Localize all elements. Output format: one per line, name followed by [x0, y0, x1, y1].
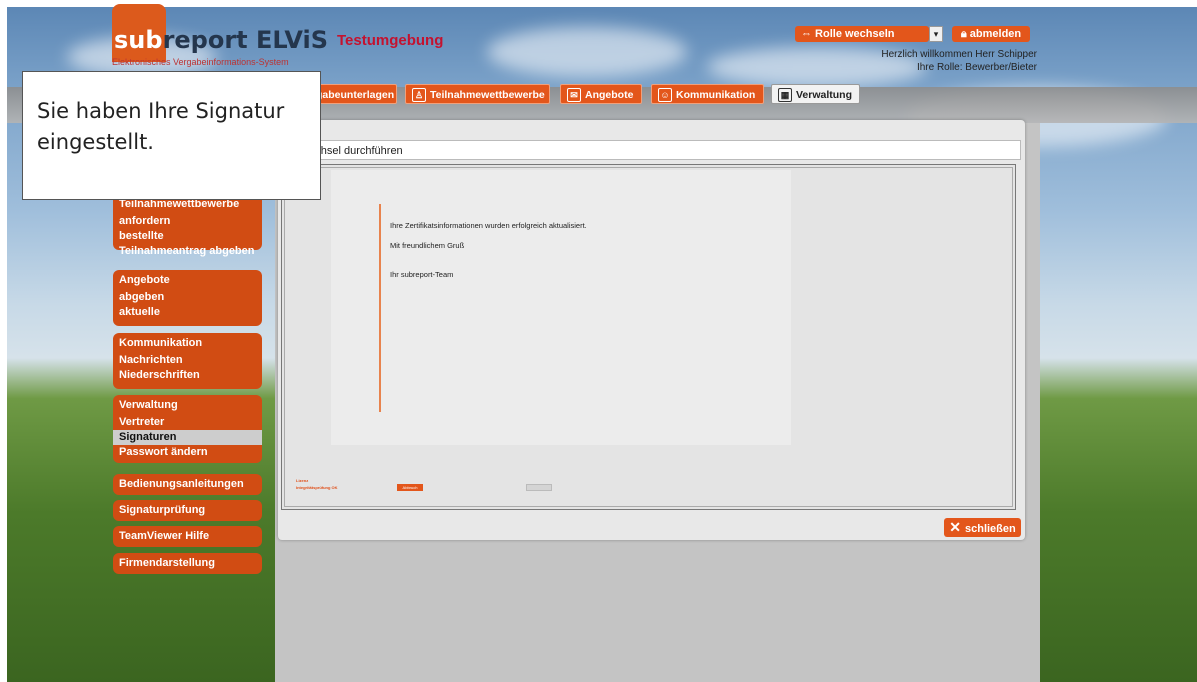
- tab-label: Verwaltung: [796, 89, 853, 101]
- chevron-down-icon[interactable]: ▾: [929, 26, 943, 42]
- close-icon: ✕: [949, 519, 961, 535]
- message-line: Ihr subreport-Team: [390, 270, 454, 279]
- role-switch-select[interactable]: ⇔ Rolle wechseln: [795, 26, 929, 42]
- tab-angebote[interactable]: ✉ Angebote: [560, 84, 642, 104]
- sidebar-group-angebote: Angebote abgeben aktuelle: [113, 270, 262, 326]
- sidebar-group-title[interactable]: Angebote: [113, 270, 262, 290]
- sidebar-item-signaturpruefung[interactable]: Signaturprüfung: [113, 500, 262, 521]
- chat-icon: ☺: [658, 88, 672, 103]
- sidebar-item-aktuelle[interactable]: aktuelle: [113, 305, 262, 320]
- sidebar-item-teilnahmeantrag[interactable]: Teilnahmeantrag abgeben: [113, 244, 262, 259]
- message-line: Mit freundlichem Gruß: [390, 241, 465, 250]
- app-logo[interactable]: subreport ELViS: [114, 26, 328, 54]
- section-header: katswechsel durchführen: [280, 140, 1021, 160]
- message-line: Ihre Zertifikatsinformationen wurden erf…: [390, 221, 587, 230]
- sidebar-group-title[interactable]: Verwaltung: [113, 395, 262, 415]
- tab-label: Teilnahmewettbewerbe: [430, 89, 545, 101]
- logo-subtitle: Elektronisches Vergabeinformations-Syste…: [112, 57, 289, 67]
- close-label: schließen: [964, 523, 1016, 535]
- sidebar-group-verwaltung: Verwaltung Vertreter Signaturen Passwort…: [113, 395, 262, 463]
- sidebar-group-title: Bedienungsanleitungen: [119, 478, 244, 490]
- license-label: Lizenz: [296, 478, 309, 483]
- sidebar-group-title: TeamViewer Hilfe: [119, 530, 210, 542]
- sidebar-item-anfordern[interactable]: anfordern: [113, 214, 262, 229]
- logo-part-report: report ELViS: [162, 26, 329, 54]
- abort-label: Abbruch: [402, 485, 418, 490]
- sidebar-item-vertreter[interactable]: Vertreter: [113, 415, 262, 430]
- sidebar-item-firmendarstellung[interactable]: Firmendarstellung: [113, 553, 262, 574]
- sidebar-item-passwort[interactable]: Passwort ändern: [113, 445, 262, 460]
- person-icon: ♙: [412, 88, 426, 103]
- tab-label: gabeunterlagen: [316, 89, 395, 101]
- callout-text: Sie haben Ihre Signatur eingestellt.: [37, 99, 285, 154]
- sidebar-item-nachrichten[interactable]: Nachrichten: [113, 353, 262, 368]
- sidebar-group-teilnahmewettbewerbe: Teilnahmewettbewerbe anfordern bestellte…: [113, 194, 262, 257]
- tab-kommunikation[interactable]: ☺ Kommunikation: [651, 84, 764, 104]
- instruction-callout: Sie haben Ihre Signatur eingestellt.: [22, 71, 321, 200]
- tab-label: Kommunikation: [676, 89, 756, 101]
- logout-label: abmelden: [969, 28, 1022, 40]
- envelope-icon: ✉: [567, 88, 581, 103]
- tab-label: Angebote: [585, 89, 634, 101]
- welcome-text: Herzlich willkommen Herr Schipper Ihre R…: [881, 48, 1037, 74]
- sidebar-group-title: Firmendarstellung: [119, 557, 215, 569]
- table-icon: ▦: [778, 88, 792, 103]
- close-button[interactable]: ✕ schließen: [944, 518, 1021, 537]
- user-role: Ihre Rolle: Bewerber/Bieter: [916, 62, 1037, 73]
- logo-part-sub: sub: [114, 26, 163, 54]
- tab-verwaltung[interactable]: ▦ Verwaltung: [771, 84, 860, 104]
- sidebar-item-bestellte[interactable]: bestellte: [113, 229, 262, 244]
- sidebar-item-abgeben[interactable]: abgeben: [113, 290, 262, 305]
- message-area: [331, 170, 791, 445]
- logout-button[interactable]: 🔒︎ abmelden: [952, 26, 1030, 42]
- sidebar-item-bedienungsanleitungen[interactable]: Bedienungsanleitungen: [113, 474, 262, 495]
- message-accent-bar: [379, 204, 381, 412]
- sidebar-group-kommunikation: Kommunikation Nachrichten Niederschrifte…: [113, 333, 262, 389]
- sidebar-group-title[interactable]: Kommunikation: [113, 333, 262, 353]
- tab-teilnahmewettbewerbe[interactable]: ♙ Teilnahmewettbewerbe: [405, 84, 550, 104]
- disabled-button[interactable]: [526, 484, 552, 491]
- sidebar-group-title: Signaturprüfung: [119, 504, 206, 516]
- sidebar-item-signaturen[interactable]: Signaturen: [113, 430, 262, 445]
- welcome-message: Herzlich willkommen Herr Schipper: [881, 49, 1037, 60]
- background-cloud: [487, 27, 687, 77]
- tab-vergabeunterlagen[interactable]: gabeunterlagen: [309, 84, 397, 104]
- sidebar-item-teamviewer[interactable]: TeamViewer Hilfe: [113, 526, 262, 547]
- integrity-status: Integritätsprüfung OK: [296, 485, 338, 490]
- sidebar-item-niederschriften[interactable]: Niederschriften: [113, 368, 262, 383]
- lock-icon: 🔒︎: [960, 28, 970, 40]
- environment-label: Testumgebung: [337, 32, 444, 49]
- abort-button[interactable]: Abbruch: [397, 484, 423, 491]
